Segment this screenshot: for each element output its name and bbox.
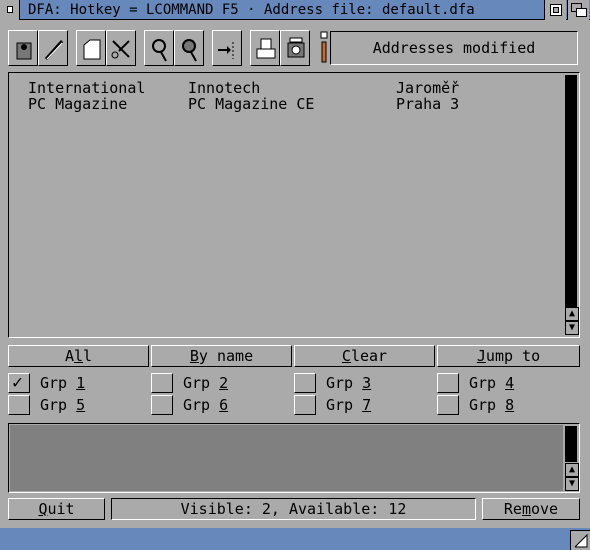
group-checkbox[interactable] (151, 373, 173, 393)
contact-company: PC Magazine CE (188, 95, 315, 113)
zoom-button[interactable] (544, 0, 566, 20)
group-checkbox[interactable]: ✓ (8, 372, 30, 393)
paste-icon (16, 42, 32, 60)
contact-city: Praha 3 (396, 95, 460, 113)
quit-button[interactable]: Quit (8, 498, 105, 520)
search-next-button[interactable] (174, 30, 204, 66)
group-checkbox[interactable] (437, 395, 459, 415)
by-name-button[interactable]: By name (151, 345, 292, 367)
group-label: Grp 8 (469, 396, 515, 414)
group-label: Grp 6 (183, 396, 229, 414)
checkmark-icon: ✓ (12, 372, 23, 393)
jump-to-button[interactable]: Jump to (437, 345, 580, 367)
search-button[interactable] (144, 30, 174, 66)
arrow-up-icon: ▲ (568, 464, 576, 475)
cut-button[interactable] (106, 30, 136, 66)
close-button[interactable] (0, 0, 20, 20)
all-button[interactable]: All (8, 345, 149, 367)
scroll-up-button[interactable]: ▲ (565, 307, 579, 321)
paste-button[interactable] (8, 30, 38, 66)
pen-icon (44, 40, 64, 60)
group-label: Grp 1 (40, 374, 86, 392)
export-icon (218, 42, 234, 59)
print-button[interactable] (250, 30, 280, 66)
panel-scrollbar[interactable] (565, 426, 577, 462)
group-label: Grp 2 (183, 374, 229, 392)
folder-icon (83, 39, 101, 60)
group-checkbox[interactable] (8, 395, 30, 415)
contact-name: PC Magazine (28, 95, 128, 113)
group-label: Grp 3 (326, 374, 372, 392)
window-bottom-border (0, 528, 590, 550)
group-label: Grp 5 (40, 396, 86, 414)
contact-name: International (28, 79, 146, 97)
list-scrollbar[interactable] (565, 75, 577, 307)
scroll-down-button[interactable]: ▼ (565, 321, 579, 335)
contact-company: Innotech (188, 79, 261, 97)
scissors-icon (111, 40, 130, 59)
address-list[interactable]: International Innotech Jaroměř PC Magazi… (8, 72, 580, 338)
panel-scroll-up-button[interactable]: ▲ (565, 463, 579, 477)
arrow-down-icon: ▼ (568, 478, 576, 489)
group-checkbox[interactable] (294, 373, 316, 393)
contact-city: Jaroměř (396, 79, 460, 97)
edit-button[interactable] (38, 30, 68, 66)
window-title: DFA: Hotkey = LCOMMAND F5 · Address file… (28, 2, 475, 18)
new-button[interactable] (76, 30, 106, 66)
list-item[interactable]: PC Magazine PC Magazine CE Praha 3 (28, 96, 459, 112)
dial-button[interactable] (280, 30, 310, 66)
status-message: Addresses modified (330, 31, 578, 65)
remove-button[interactable]: Remove (482, 498, 580, 520)
group-label: Grp 4 (469, 374, 515, 392)
group-checkbox[interactable] (437, 373, 459, 393)
panel-scroll-down-button[interactable]: ▼ (565, 477, 579, 491)
arrow-up-icon: ▲ (568, 308, 576, 319)
group-label: Grp 7 (326, 396, 372, 414)
search-icon (152, 39, 167, 62)
info-icon (318, 30, 330, 66)
resize-handle[interactable] (570, 530, 590, 550)
search-next-icon (182, 39, 197, 62)
clear-button[interactable]: Clear (294, 345, 435, 367)
group-preview-panel: ▲ ▼ (8, 423, 580, 493)
group-checkbox[interactable] (151, 395, 173, 415)
dial-icon (287, 37, 305, 58)
list-item[interactable]: International Innotech Jaroměř (28, 80, 459, 96)
export-button[interactable] (212, 30, 242, 66)
resize-icon (574, 533, 588, 548)
depth-button[interactable] (567, 0, 589, 20)
group-checkbox[interactable] (294, 395, 316, 415)
print-icon (256, 38, 276, 59)
arrow-down-icon: ▼ (568, 322, 576, 333)
close-icon (7, 6, 13, 13)
visible-count-display: Visible: 2, Available: 12 (111, 498, 476, 520)
